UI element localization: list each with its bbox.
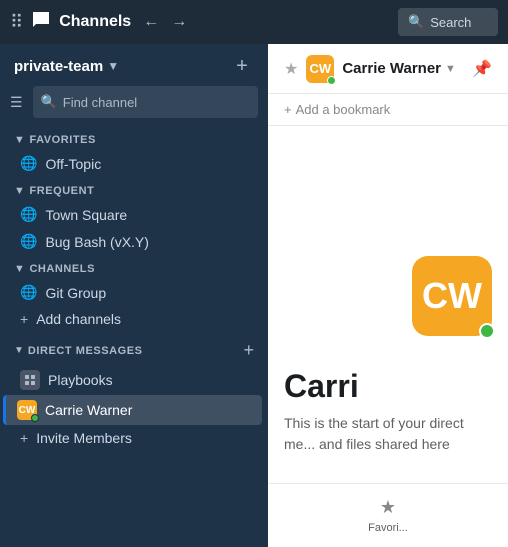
top-bar-left: ⠿ Channels ← → bbox=[10, 10, 390, 35]
carrie-status-dot bbox=[31, 414, 39, 422]
main-content: ★ CW Carrie Warner ▼ 📌 + Add a bookmark … bbox=[268, 44, 508, 547]
intro-name-text: Carri bbox=[284, 368, 359, 404]
channel-off-topic[interactable]: 🌐 Off-Topic bbox=[6, 150, 262, 177]
carrie-status-main bbox=[327, 76, 336, 85]
invite-members-item[interactable]: + Invite Members bbox=[6, 425, 262, 451]
invite-label: Invite Members bbox=[36, 430, 132, 446]
chevron-favorites: ▼ bbox=[14, 134, 25, 146]
sidebar-search-row: ☰ 🔍 Find channel bbox=[0, 86, 268, 126]
header-chevron: ▼ bbox=[445, 63, 456, 75]
channel-label-bb: Bug Bash (vX.Y) bbox=[45, 234, 149, 250]
dm-playbooks[interactable]: Playbooks bbox=[6, 365, 262, 395]
channel-label-ts: Town Square bbox=[45, 207, 127, 223]
globe-icon-2: 🌐 bbox=[20, 206, 37, 223]
add-channels-icon: + bbox=[20, 311, 28, 327]
header-pin-icon[interactable]: 📌 bbox=[472, 59, 492, 79]
channel-label: Off-Topic bbox=[45, 156, 101, 172]
bookmark-plus-icon[interactable]: + bbox=[284, 102, 292, 117]
dm-add-button[interactable]: + bbox=[243, 340, 254, 361]
top-bar: ⠿ Channels ← → 🔍 Search bbox=[0, 0, 508, 44]
search-icon: 🔍 bbox=[408, 14, 424, 30]
search-placeholder: Search bbox=[430, 15, 471, 30]
star-action-label: Favori... bbox=[368, 522, 408, 534]
chat-intro-text: This is the start of your direct me... a… bbox=[284, 413, 492, 455]
favorites-label: FAVORITES bbox=[29, 134, 95, 146]
sidebar-header: private-team ▼ + bbox=[0, 44, 268, 86]
sidebar-search[interactable]: 🔍 Find channel bbox=[33, 86, 258, 118]
playbooks-icon bbox=[20, 370, 40, 390]
workspace-name[interactable]: private-team ▼ bbox=[14, 58, 119, 75]
playbooks-label: Playbooks bbox=[48, 372, 113, 388]
channel-git-group[interactable]: 🌐 Git Group bbox=[6, 279, 262, 306]
nav-arrows: ← → bbox=[139, 11, 191, 33]
dm-carrie-warner[interactable]: CW Carrie Warner bbox=[3, 395, 262, 425]
sidebar-add-button[interactable]: + bbox=[230, 54, 254, 78]
globe-icon: 🌐 bbox=[20, 155, 37, 172]
frequent-label: FREQUENT bbox=[29, 185, 94, 197]
carrie-big-status bbox=[479, 323, 495, 339]
dm-section-header: ▼ DIRECT MESSAGES + bbox=[0, 332, 268, 365]
chat-header-name[interactable]: Carrie Warner ▼ bbox=[342, 60, 456, 77]
chat-header: ★ CW Carrie Warner ▼ 📌 bbox=[268, 44, 508, 94]
bookmark-bar: + Add a bookmark bbox=[268, 94, 508, 126]
section-favorites[interactable]: ▼ FAVORITES bbox=[0, 126, 268, 150]
carrie-label: Carrie Warner bbox=[45, 402, 132, 418]
chat-intro-name: Carri bbox=[284, 368, 492, 405]
workspace-label: private-team bbox=[14, 58, 103, 75]
add-channels-label: Add channels bbox=[36, 311, 121, 327]
bookmark-label[interactable]: Add a bookmark bbox=[296, 102, 391, 117]
channel-bug-bash[interactable]: 🌐 Bug Bash (vX.Y) bbox=[6, 228, 262, 255]
channel-label-git: Git Group bbox=[45, 285, 106, 301]
chat-icon bbox=[31, 10, 51, 35]
filter-icon[interactable]: ☰ bbox=[10, 94, 23, 111]
chevron-dm: ▼ bbox=[14, 345, 24, 356]
workspace-chevron: ▼ bbox=[107, 59, 119, 73]
chat-body: CW Carri This is the start of your direc… bbox=[268, 126, 508, 483]
back-arrow[interactable]: ← bbox=[139, 11, 163, 33]
invite-icon: + bbox=[20, 430, 28, 446]
chat-intro: CW Carri This is the start of your direc… bbox=[284, 256, 492, 467]
dm-section-label[interactable]: ▼ DIRECT MESSAGES bbox=[14, 345, 143, 357]
chevron-channels: ▼ bbox=[14, 263, 25, 275]
search-box[interactable]: 🔍 Search bbox=[398, 8, 498, 36]
app-title: Channels bbox=[59, 13, 131, 31]
sidebar: private-team ▼ + ☰ 🔍 Find channel ▼ FAVO… bbox=[0, 44, 268, 547]
carrie-avatar-small: CW bbox=[17, 400, 37, 420]
chat-user-name: Carrie Warner bbox=[342, 60, 441, 77]
grid-icon[interactable]: ⠿ bbox=[10, 12, 23, 33]
globe-icon-3: 🌐 bbox=[20, 233, 37, 250]
bottom-action-favorite[interactable]: ★ Favori... bbox=[268, 484, 508, 547]
channels-label: CHANNELS bbox=[29, 263, 95, 275]
channel-town-square[interactable]: 🌐 Town Square bbox=[6, 201, 262, 228]
forward-arrow[interactable]: → bbox=[167, 11, 191, 33]
add-channels-item[interactable]: + Add channels bbox=[6, 306, 262, 332]
star-action-icon: ★ bbox=[380, 497, 396, 518]
section-channels[interactable]: ▼ CHANNELS bbox=[0, 255, 268, 279]
sidebar-search-icon: 🔍 bbox=[41, 94, 57, 110]
dm-label: DIRECT MESSAGES bbox=[28, 345, 143, 357]
bottom-strip: ★ Favori... bbox=[268, 483, 508, 547]
carrie-big-avatar: CW bbox=[412, 256, 492, 336]
favorite-star-icon[interactable]: ★ bbox=[284, 59, 298, 79]
globe-icon-4: 🌐 bbox=[20, 284, 37, 301]
section-frequent[interactable]: ▼ FREQUENT bbox=[0, 177, 268, 201]
sidebar-search-placeholder: Find channel bbox=[63, 95, 137, 110]
main-layout: private-team ▼ + ☰ 🔍 Find channel ▼ FAVO… bbox=[0, 44, 508, 547]
chevron-frequent: ▼ bbox=[14, 185, 25, 197]
carrie-avatar-main: CW bbox=[306, 55, 334, 83]
